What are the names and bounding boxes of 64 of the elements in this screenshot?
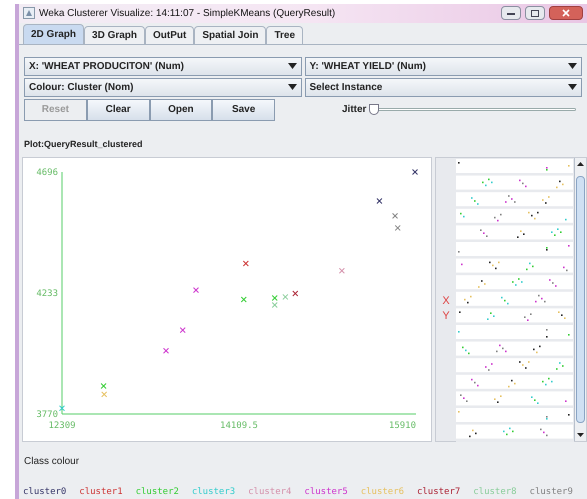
- axis-marker: X: [442, 296, 450, 307]
- axis-marker: Y: [442, 311, 450, 322]
- plot-title: Plot:QueryResult_clustered: [24, 138, 143, 148]
- tab[interactable]: Tree: [266, 26, 304, 44]
- scroll-thumb[interactable]: [576, 176, 585, 422]
- slider-thumb[interactable]: [369, 104, 380, 115]
- data-point: [163, 347, 169, 354]
- toolbar-button[interactable]: Save: [212, 98, 275, 120]
- close-icon: [562, 9, 570, 18]
- legend-label: cluster3: [192, 486, 236, 498]
- data-point: [394, 224, 401, 230]
- legend-label: cluster0: [23, 486, 66, 498]
- tick-label: 3770: [36, 410, 58, 420]
- data-point: [376, 198, 382, 204]
- dropdown[interactable]: X: 'WHEAT PRODUCITON' (Num): [24, 56, 302, 76]
- legend-label: cluster5: [304, 486, 348, 498]
- data-point: [392, 212, 398, 218]
- maximize-button[interactable]: [525, 6, 545, 20]
- legend-label: cluster1: [79, 486, 123, 498]
- dropdown[interactable]: Select Instance: [304, 78, 582, 96]
- data-point: [193, 286, 199, 293]
- minimize-button[interactable]: [501, 6, 521, 20]
- caret-icon: [288, 63, 296, 69]
- data-point: [180, 326, 186, 333]
- minimize-icon: [507, 12, 515, 15]
- tab[interactable]: OutPut: [145, 26, 194, 44]
- maximize-icon: [531, 10, 539, 17]
- dropdown[interactable]: Colour: Cluster (Nom): [24, 78, 302, 96]
- legend-label: cluster7: [416, 486, 460, 498]
- tick-label: 12309: [48, 420, 76, 430]
- caret-icon: [568, 63, 577, 69]
- dropdown[interactable]: Y: 'WHEAT YIELD' (Num): [304, 56, 582, 76]
- tab[interactable]: Spatial Join: [194, 26, 266, 44]
- data-point: [282, 293, 288, 300]
- tick-label: 4233: [36, 288, 58, 298]
- legend-label: cluster9: [530, 486, 573, 498]
- data-point: [59, 404, 65, 411]
- legend-label: cluster6: [360, 486, 404, 498]
- caret-icon: [288, 84, 296, 90]
- tab[interactable]: 3D Graph: [84, 26, 146, 44]
- data-point: [240, 296, 247, 302]
- section-title: Class colour: [24, 456, 80, 466]
- toolbar-button[interactable]: Open: [150, 98, 212, 120]
- data-point: [412, 168, 418, 174]
- data-point: [101, 390, 108, 397]
- app-icon: [23, 7, 35, 20]
- tick-label: 15910: [388, 420, 416, 430]
- legend-label: cluster2: [136, 486, 179, 498]
- scrollbar[interactable]: [574, 158, 586, 440]
- jitter-slider[interactable]: [369, 104, 576, 116]
- window-title: Weka Clusterer Visualize: 14:11:07 - SimpleKMeans (QueryResult): [39, 6, 336, 21]
- close-button[interactable]: [549, 6, 583, 20]
- caret-icon: [568, 84, 577, 90]
- legend-label: cluster4: [248, 486, 292, 498]
- data-point: [292, 290, 298, 296]
- data-point: [242, 260, 249, 266]
- tick-label: 14109.5: [220, 420, 258, 430]
- data-point: [338, 267, 345, 274]
- tab[interactable]: 2D Graph: [23, 24, 84, 44]
- legend-label: cluster8: [473, 486, 517, 498]
- toolbar-button[interactable]: Clear: [86, 98, 150, 120]
- data-point: [100, 382, 107, 389]
- jitter-label: Jitter: [342, 103, 366, 117]
- tick-label: 4696: [36, 168, 58, 178]
